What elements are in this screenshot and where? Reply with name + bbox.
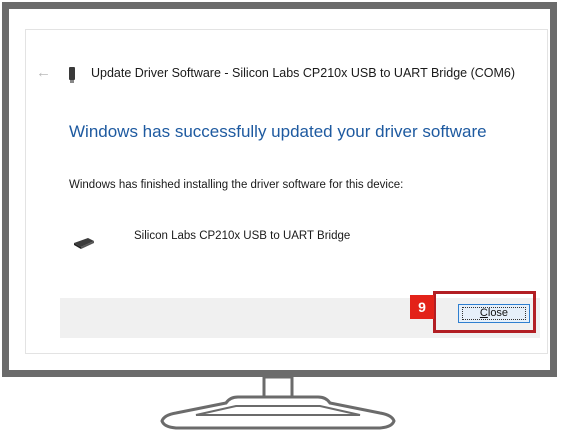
device-name: Silicon Labs CP210x USB to UART Bridge [134, 230, 351, 242]
close-button-label: Close [479, 307, 509, 319]
update-driver-dialog: ← Update Driver Software - Silicon Labs … [25, 29, 548, 354]
back-arrow-icon[interactable]: ← [36, 65, 51, 80]
close-button[interactable]: Close [458, 304, 530, 323]
step-number-badge: 9 [410, 295, 434, 319]
device-icon [69, 67, 75, 83]
usb-device-icon [74, 238, 94, 249]
dialog-title: Update Driver Software - Silicon Labs CP… [91, 66, 516, 80]
monitor-stand [160, 377, 396, 430]
install-message: Windows has finished installing the driv… [69, 179, 404, 191]
success-heading: Windows has successfully updated your dr… [69, 122, 487, 141]
